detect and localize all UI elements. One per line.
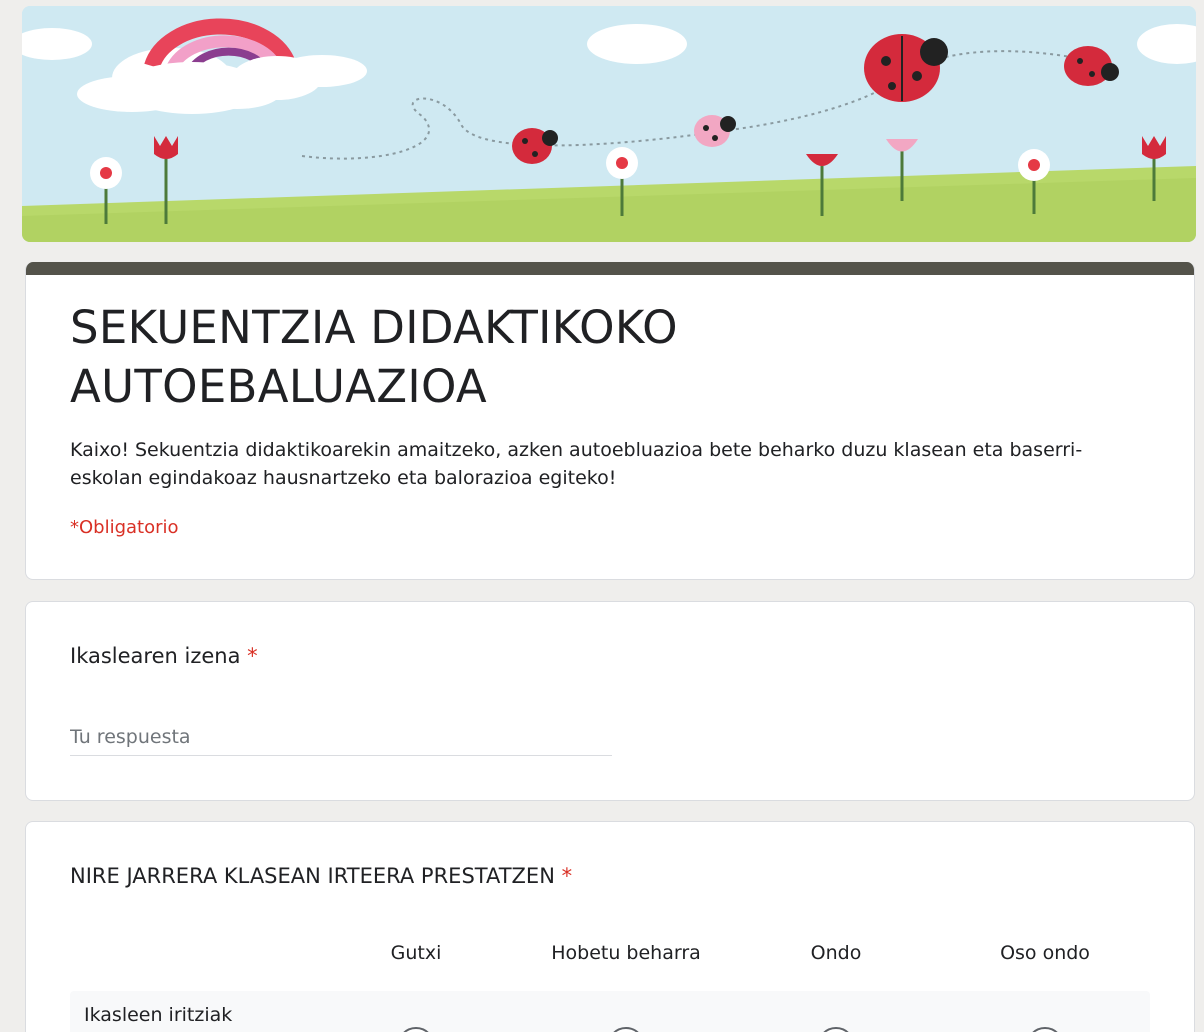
grid-row-label: Ikasleen iritziak	[84, 1004, 233, 1026]
question-card-name: Ikaslearen izena *	[25, 601, 1195, 801]
question-card-attitude: NIRE JARRERA KLASEAN IRTEERA PRESTATZEN …	[25, 821, 1195, 1032]
student-name-input[interactable]	[70, 718, 612, 756]
radio-hobetu-beharra[interactable]	[607, 1027, 645, 1032]
radio-oso-ondo[interactable]	[1026, 1027, 1064, 1032]
form-description: Kaixo! Sekuentzia didaktikoarekin amaitz…	[70, 439, 1083, 489]
radio-ondo[interactable]	[817, 1027, 855, 1032]
form-header-card: SEKUENTZIA DIDAKTIKOKO AUTOEBALUAZIOA Ka…	[25, 262, 1195, 580]
accent-bar	[26, 262, 1194, 275]
question-label: NIRE JARRERA KLASEAN IRTEERA PRESTATZEN	[70, 864, 555, 888]
grid-column-header: Oso ondo	[1000, 942, 1090, 964]
question-title: Ikaslearen izena *	[70, 644, 258, 668]
required-star: *	[561, 864, 573, 888]
radio-gutxi[interactable]	[397, 1027, 435, 1032]
required-star: *	[247, 644, 258, 668]
question-title: NIRE JARRERA KLASEAN IRTEERA PRESTATZEN …	[70, 864, 572, 888]
grid-column-header: Gutxi	[390, 942, 442, 964]
question-label: Ikaslearen izena	[70, 644, 241, 668]
grid-column-header: Ondo	[810, 942, 862, 964]
grid-column-header: Hobetu beharra	[551, 942, 701, 964]
grid-row: Ikasleen iritziak	[70, 991, 1150, 1032]
form-title: SEKUENTZIA DIDAKTIKOKO AUTOEBALUAZIOA	[70, 301, 678, 413]
required-note: *Obligatorio	[70, 517, 179, 538]
header-banner-image	[22, 6, 1196, 242]
